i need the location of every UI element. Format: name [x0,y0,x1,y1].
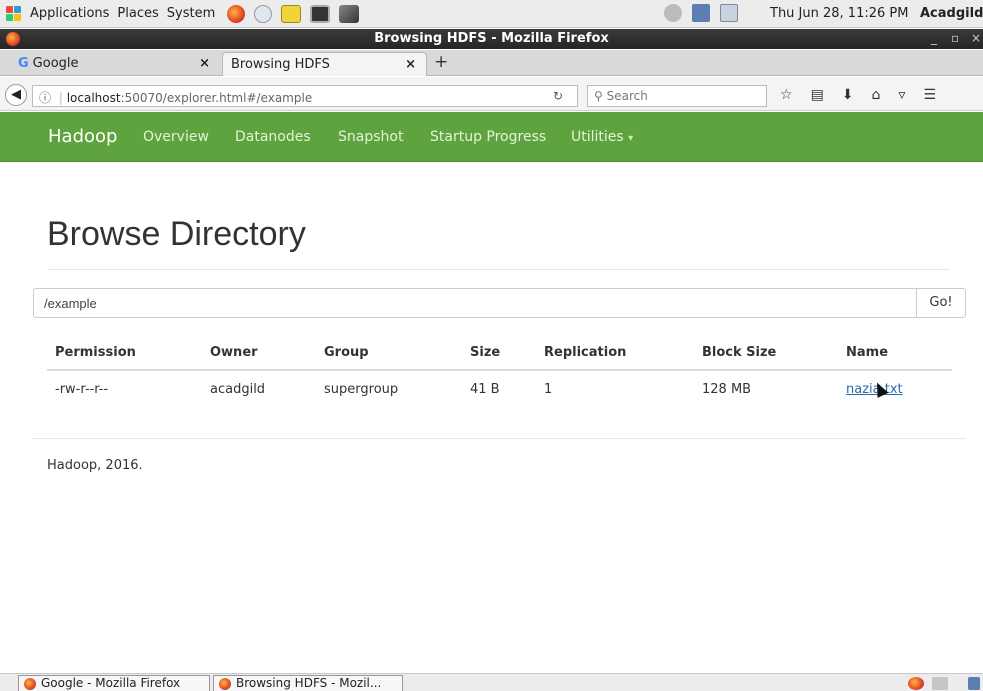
menu-applications[interactable]: Applications [30,6,109,21]
tab-label: Google [32,56,79,71]
system-top-panel: Applications Places System Thu Jun 28, 1… [0,0,983,28]
cell-block-size: 128 MB [702,382,752,397]
search-placeholder: Search [606,89,648,103]
directory-path-input[interactable] [33,288,917,318]
hadoop-navbar: Hadoop Overview Datanodes Snapshot Start… [0,112,983,162]
header-group[interactable]: Group [324,345,369,360]
hadoop-brand-link[interactable]: Hadoop [48,126,117,147]
cell-owner: acadgild [210,382,266,397]
divider [47,269,950,270]
window-titlebar: Browsing HDFS - Mozilla Firefox _ ▫ × [0,29,983,49]
go-button[interactable]: Go! [916,288,966,318]
header-size[interactable]: Size [470,345,500,360]
clipboard-tray-icon[interactable] [720,4,738,22]
window-title: Browsing HDFS - Mozilla Firefox [374,31,609,46]
menu-hamburger-icon[interactable]: ☰ [923,87,936,103]
close-tab-icon[interactable]: × [405,57,416,72]
nav-datanodes[interactable]: Datanodes [235,129,311,145]
home-icon[interactable]: ⌂ [872,87,881,103]
maximize-button[interactable]: ▫ [951,31,959,45]
search-icon: ⚲ [594,89,603,103]
menu-places[interactable]: Places [117,6,158,21]
firefox-icon [219,678,231,690]
bottom-taskbar: Google - Mozilla Firefox Browsing HDFS -… [0,673,983,691]
nav-utilities-label: Utilities [571,129,624,145]
bookmark-star-icon[interactable]: ☆ [780,87,793,103]
volume-icon[interactable] [664,4,682,22]
reload-icon[interactable]: ↻ [553,89,563,103]
workspace-2-icon[interactable] [968,677,980,690]
task-label: Google - Mozilla Firefox [41,676,181,690]
minimize-button[interactable]: _ [931,31,937,45]
clock[interactable]: Thu Jun 28, 11:26 PM [770,6,908,21]
network-launcher-icon[interactable] [254,4,273,23]
cell-permission: -rw-r--r-- [55,382,109,397]
network-tray-icon[interactable] [692,4,710,22]
url-bar[interactable]: ⓘ | localhost:50070/explorer.html#/examp… [32,85,578,107]
user-name[interactable]: Acadgild [920,6,983,21]
header-owner[interactable]: Owner [210,345,258,360]
task-label: Browsing HDFS - Mozil... [236,676,382,690]
nav-startup-progress[interactable]: Startup Progress [430,129,546,145]
page-title: Browse Directory [47,215,306,253]
pocket-icon[interactable]: ▿ [898,87,905,103]
nav-utilities[interactable]: Utilities ▾ [571,129,633,145]
reading-list-icon[interactable]: ▤ [811,87,824,103]
header-permission[interactable]: Permission [55,345,136,360]
tab-strip: G Google × Browsing HDFS × + [0,50,983,76]
firefox-launcher-icon[interactable] [227,4,246,23]
task-browsing-hdfs[interactable]: Browsing HDFS - Mozil... [213,675,403,691]
cell-group: supergroup [324,382,399,397]
cell-size: 41 B [470,382,500,397]
text-editor-launcher-icon[interactable] [281,4,302,23]
url-path: :50070/explorer.html#/example [120,91,313,105]
caret-down-icon: ▾ [628,133,634,144]
cell-replication: 1 [544,382,553,397]
search-input[interactable]: ⚲ Search [587,85,767,107]
google-icon: G [18,56,29,71]
nav-overview[interactable]: Overview [143,129,209,145]
nav-snapshot[interactable]: Snapshot [338,129,403,145]
tab-label: Browsing HDFS [231,57,330,72]
tab-browsing-hdfs[interactable]: Browsing HDFS × [222,52,427,76]
screenshot-launcher-icon[interactable] [339,4,360,23]
task-google-firefox[interactable]: Google - Mozilla Firefox [18,675,210,691]
header-name[interactable]: Name [846,345,888,360]
back-button[interactable]: ◀ [5,84,27,106]
info-icon[interactable]: ⓘ [39,91,51,105]
workspace-1-icon[interactable] [932,677,948,690]
header-replication[interactable]: Replication [544,345,626,360]
applications-icon [6,5,22,22]
url-host: localhost [66,91,121,105]
footer-divider [33,438,966,439]
menu-system[interactable]: System [167,6,215,21]
table-header-divider [47,369,952,371]
tab-google[interactable]: G Google × [10,52,220,76]
close-window-button[interactable]: × [971,31,981,45]
header-block-size[interactable]: Block Size [702,345,776,360]
back-arrow-icon: ◀ [11,87,21,102]
footer-text: Hadoop, 2016. [47,458,143,473]
firefox-tray-icon[interactable] [908,677,924,690]
new-tab-button[interactable]: + [434,52,448,72]
downloads-icon[interactable]: ⬇ [842,87,854,103]
close-tab-icon[interactable]: × [199,56,210,71]
terminal-launcher-icon[interactable] [310,4,331,23]
navigation-toolbar: ◀ ⓘ | localhost:50070/explorer.html#/exa… [0,77,983,111]
firefox-icon [24,678,36,690]
